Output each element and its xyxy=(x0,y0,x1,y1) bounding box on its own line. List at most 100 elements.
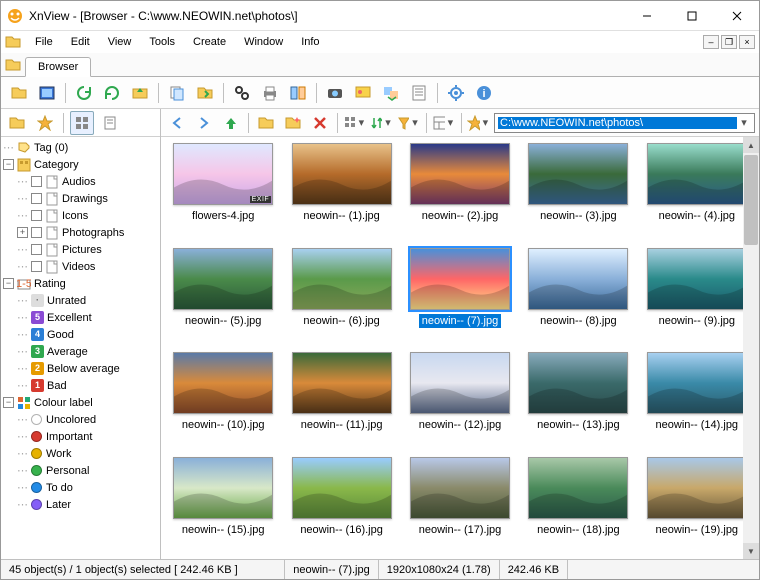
tree-row[interactable]: ⋯2Below average xyxy=(1,360,160,377)
thumbnail-item[interactable]: neowin-- (9).jpg xyxy=(643,248,751,345)
slideshow-button[interactable] xyxy=(351,81,375,105)
thumbnail-item[interactable]: neowin-- (13).jpg xyxy=(524,352,632,449)
menu-window[interactable]: Window xyxy=(236,34,291,50)
thumbnail-item[interactable]: neowin-- (10).jpg xyxy=(169,352,277,449)
thumbnail-image[interactable] xyxy=(528,352,628,414)
minimize-button[interactable] xyxy=(624,2,669,30)
tree-row[interactable]: −1-5Rating xyxy=(1,275,160,292)
tree-row[interactable]: ⋯·Unrated xyxy=(1,292,160,309)
tree-row[interactable]: +Photographs xyxy=(1,224,160,241)
thumbnail-item[interactable]: neowin-- (4).jpg xyxy=(643,143,751,240)
scroll-up-button[interactable]: ▲ xyxy=(743,137,759,153)
thumbnail-item[interactable]: neowin-- (11).jpg xyxy=(287,352,395,449)
thumbnail-item[interactable]: neowin-- (3).jpg xyxy=(524,143,632,240)
menu-edit[interactable]: Edit xyxy=(63,34,98,50)
thumbnail-image[interactable] xyxy=(173,457,273,519)
thumbnail-item[interactable]: neowin-- (1).jpg xyxy=(287,143,395,240)
sort-button[interactable]: ▾ xyxy=(370,111,394,135)
filter-button[interactable]: ▾ xyxy=(397,111,421,135)
thumbnail-image[interactable] xyxy=(173,352,273,414)
thumbnail-image[interactable] xyxy=(292,248,392,310)
open-button[interactable] xyxy=(7,81,31,105)
tree-row[interactable]: ⋯1Bad xyxy=(1,377,160,394)
tree-row[interactable]: ⋯Important xyxy=(1,428,160,445)
thumbnail-image[interactable] xyxy=(292,352,392,414)
tree-row[interactable]: ⋯Uncolored xyxy=(1,411,160,428)
fullscreen-button[interactable] xyxy=(35,81,59,105)
menu-info[interactable]: Info xyxy=(293,34,327,50)
print-button[interactable] xyxy=(258,81,282,105)
thumbnail-image[interactable] xyxy=(528,143,628,205)
tree-row[interactable]: ⋯To do xyxy=(1,479,160,496)
thumbnail-image[interactable] xyxy=(292,457,392,519)
refresh-button[interactable] xyxy=(72,81,96,105)
tree-row[interactable]: ⋯Drawings xyxy=(1,190,160,207)
tree-row[interactable]: ⋯Later xyxy=(1,496,160,513)
menu-view[interactable]: View xyxy=(100,34,140,50)
info-button[interactable]: i xyxy=(472,81,496,105)
layout-button[interactable]: ▾ xyxy=(432,111,456,135)
capture-button[interactable] xyxy=(323,81,347,105)
maximize-button[interactable] xyxy=(669,2,714,30)
menu-tools[interactable]: Tools xyxy=(141,34,183,50)
copy-button[interactable] xyxy=(165,81,189,105)
nav-forward-button[interactable] xyxy=(192,111,216,135)
thumbnail-item[interactable]: neowin-- (15).jpg xyxy=(169,457,277,554)
tree-row[interactable]: ⋯Videos xyxy=(1,258,160,275)
tab-browser[interactable]: Browser xyxy=(25,57,91,77)
thumbnail-item[interactable]: neowin-- (6).jpg xyxy=(287,248,395,345)
thumbnail-item[interactable]: neowin-- (18).jpg xyxy=(524,457,632,554)
thumbnail-image[interactable] xyxy=(173,248,273,310)
thumbnail-item[interactable]: neowin-- (17).jpg xyxy=(406,457,514,554)
batch-button[interactable] xyxy=(407,81,431,105)
thumbnail-item[interactable]: neowin-- (12).jpg xyxy=(406,352,514,449)
scrollbar[interactable]: ▲ ▼ xyxy=(743,137,759,559)
tree-row[interactable]: ⋯Personal xyxy=(1,462,160,479)
refresh-back-button[interactable] xyxy=(100,81,124,105)
thumbnail-image[interactable] xyxy=(647,248,747,310)
tree-row[interactable]: ⋯Audios xyxy=(1,173,160,190)
thumbnail-item[interactable]: neowin-- (8).jpg xyxy=(524,248,632,345)
tree-row[interactable]: ⋯Work xyxy=(1,445,160,462)
mdi-restore-button[interactable]: ❐ xyxy=(721,35,737,49)
tree-favorites-button[interactable] xyxy=(33,111,57,135)
thumbnail-item[interactable]: neowin-- (2).jpg xyxy=(406,143,514,240)
thumbnail-grid[interactable]: EXIF flowers-4.jpg neowin-- (1).jpg neow… xyxy=(161,137,759,559)
thumbnail-image[interactable] xyxy=(292,143,392,205)
thumbnail-image[interactable] xyxy=(410,352,510,414)
convert-button[interactable] xyxy=(379,81,403,105)
nav-open-button[interactable] xyxy=(254,111,278,135)
thumbnail-item[interactable]: neowin-- (14).jpg xyxy=(643,352,751,449)
thumbnail-item[interactable]: neowin-- (7).jpg xyxy=(406,248,514,345)
tree-row[interactable]: ⋯Pictures xyxy=(1,241,160,258)
favorite-button[interactable]: ▾ xyxy=(467,111,491,135)
search-button[interactable] xyxy=(230,81,254,105)
tree-categories-button[interactable] xyxy=(70,111,94,135)
thumbnail-item[interactable]: EXIF flowers-4.jpg xyxy=(169,143,277,240)
scroll-down-button[interactable]: ▼ xyxy=(743,543,759,559)
tree-row[interactable]: ⋯Icons xyxy=(1,207,160,224)
thumbnail-image[interactable] xyxy=(410,248,510,310)
thumbnail-item[interactable]: neowin-- (19).jpg xyxy=(643,457,751,554)
thumbnail-image[interactable] xyxy=(528,457,628,519)
tree-row[interactable]: ⋯5Excellent xyxy=(1,309,160,326)
mdi-close-button[interactable]: × xyxy=(739,35,755,49)
move-button[interactable] xyxy=(193,81,217,105)
menu-file[interactable]: File xyxy=(27,34,61,50)
mdi-minimize-button[interactable]: – xyxy=(703,35,719,49)
scroll-thumb[interactable] xyxy=(744,155,758,245)
view-mode-button[interactable]: ▾ xyxy=(343,111,367,135)
nav-back-button[interactable] xyxy=(165,111,189,135)
thumbnail-image[interactable]: EXIF xyxy=(173,143,273,205)
nav-up-button[interactable] xyxy=(219,111,243,135)
tree-row[interactable]: ⋯Tag (0) xyxy=(1,139,160,156)
nav-new-button[interactable] xyxy=(281,111,305,135)
settings-button[interactable] xyxy=(444,81,468,105)
tree-row[interactable]: ⋯3Average xyxy=(1,343,160,360)
thumbnail-image[interactable] xyxy=(528,248,628,310)
thumbnail-image[interactable] xyxy=(410,143,510,205)
thumbnail-item[interactable]: neowin-- (16).jpg xyxy=(287,457,395,554)
category-tree[interactable]: ⋯Tag (0)−Category⋯Audios⋯Drawings⋯Icons+… xyxy=(1,137,160,559)
thumbnail-image[interactable] xyxy=(647,352,747,414)
menu-create[interactable]: Create xyxy=(185,34,234,50)
